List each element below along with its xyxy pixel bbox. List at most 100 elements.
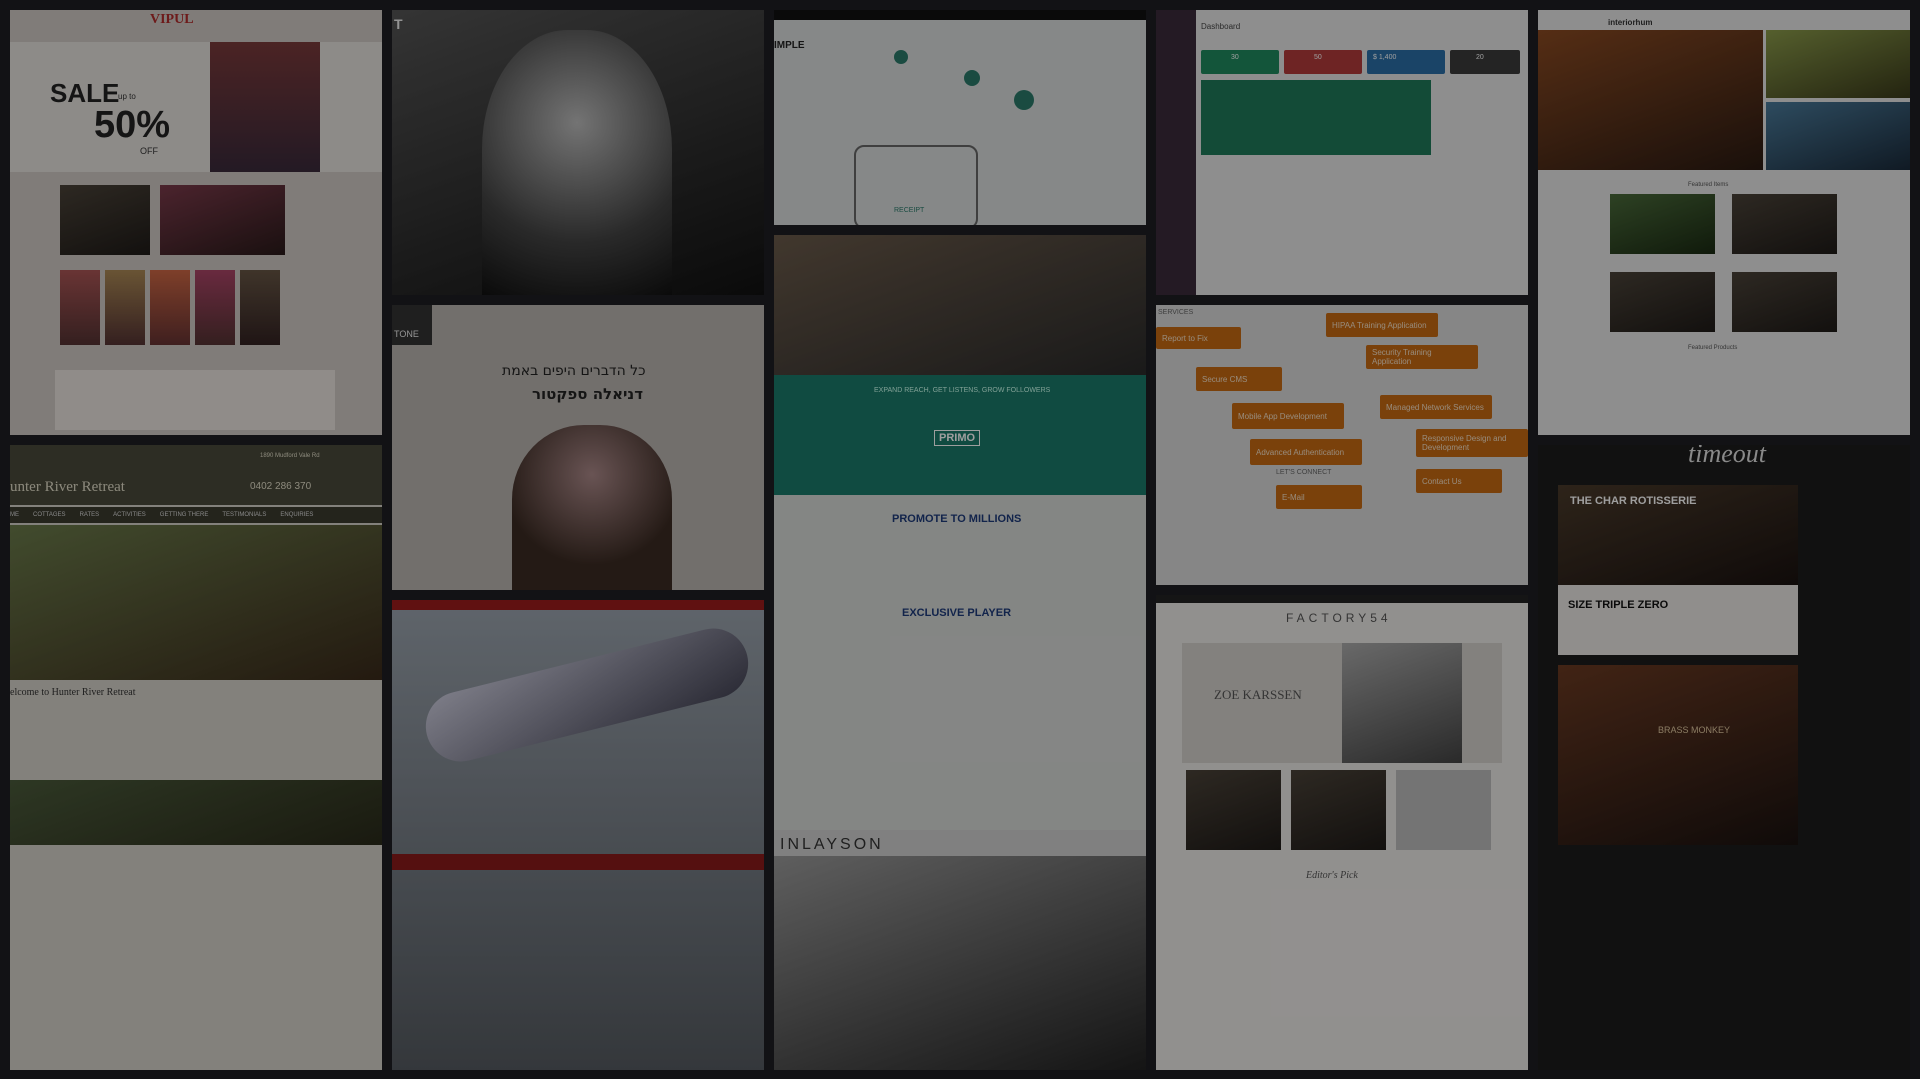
service-hipaa[interactable]: HIPAA Training Application — [1326, 313, 1438, 337]
nav-item[interactable]: ACTIVITIES — [113, 512, 146, 518]
factory-hero: ZOE KARSSEN — [1182, 643, 1502, 763]
cottage-photo — [10, 525, 382, 680]
nav-item[interactable]: GETTING THERE — [160, 512, 209, 518]
primo-promote: PROMOTE TO MILLIONS — [892, 513, 1022, 525]
product-thumb[interactable] — [150, 270, 190, 345]
service-network[interactable]: Managed Network Services — [1380, 395, 1492, 419]
product-thumb[interactable] — [60, 270, 100, 345]
product-thumb[interactable] — [240, 270, 280, 345]
featured-items: Featured Items — [1688, 182, 1729, 188]
dashboard-title: Dashboard — [1201, 22, 1241, 31]
hunter-title: unter River Retreat — [10, 479, 125, 495]
tile-portrait[interactable]: T — [392, 10, 764, 295]
tile-services[interactable]: SERVICES Report to Fix HIPAA Training Ap… — [1156, 305, 1528, 585]
inlayson-title: INLAYSON — [780, 836, 884, 853]
interior-logo: interiorhum — [1608, 18, 1653, 27]
interior-side — [1766, 30, 1910, 98]
tile-interior[interactable]: interiorhum Featured Items Featured Prod… — [1538, 10, 1910, 435]
item-thumb[interactable] — [1732, 194, 1837, 254]
hunter-header: unter River Retreat 0402 286 370 1890 Mu… — [10, 445, 382, 505]
tile-dashboard[interactable]: Dashboard 30 50 $ 1,400 20 — [1156, 10, 1528, 295]
editors-pick: Editor's Pick — [1306, 870, 1358, 881]
tile-primo[interactable]: EXPAND REACH, GET LISTENS, GROW FOLLOWER… — [774, 235, 1146, 895]
tile-hunter-river[interactable]: unter River Retreat 0402 286 370 1890 Mu… — [10, 445, 382, 1070]
cottage-gallery — [10, 780, 382, 845]
woman-photo — [512, 425, 672, 590]
model-photo — [1342, 643, 1462, 763]
primo-exclusive: EXCLUSIVE PLAYER — [902, 607, 1012, 619]
hebrew-line1: כל הדברים היפים באמת — [502, 363, 646, 379]
tile-factory54[interactable]: FACTORY54 ZOE KARSSEN Editor's Pick — [1156, 595, 1528, 1070]
dot — [894, 50, 908, 64]
tile-timeout[interactable]: timeout THE CHAR ROTISSERIE SIZE TRIPLE … — [1538, 445, 1910, 1070]
service-responsive[interactable]: Responsive Design and Development — [1416, 429, 1528, 457]
service-security[interactable]: Security Training Application — [1366, 345, 1478, 369]
timeout-hero: THE CHAR ROTISSERIE — [1558, 485, 1798, 585]
dashboard-chart — [1201, 80, 1431, 155]
tile-hebrew[interactable]: TONE כל הדברים היפים באמת דניאלה ספקטור — [392, 305, 764, 590]
timeout-logo: timeout — [1688, 445, 1766, 468]
hebrew-line2: דניאלה ספקטור — [532, 385, 644, 403]
stat-card[interactable]: 20 — [1450, 50, 1520, 74]
nav-item[interactable]: RATES — [80, 512, 100, 518]
dot — [1014, 90, 1034, 110]
sale-upto: up to — [118, 92, 136, 101]
product-thumb[interactable] — [1186, 770, 1281, 850]
simple-title: IMPLE — [774, 40, 805, 51]
footer-panel — [55, 370, 335, 430]
model-photo — [210, 42, 320, 172]
sale-off: OFF — [140, 146, 158, 156]
item-thumb[interactable] — [1610, 194, 1715, 254]
primo-headline: EXPAND REACH, GET LISTENS, GROW FOLLOWER… — [874, 387, 1051, 394]
service-mobile[interactable]: Mobile App Development — [1232, 403, 1344, 429]
nav-item[interactable]: ME — [10, 512, 19, 518]
product-thumb[interactable] — [160, 185, 285, 255]
stat-card[interactable]: 50 — [1284, 50, 1362, 74]
primo-hero — [774, 235, 1146, 375]
hunter-address: 1890 Mudford Vale Rd — [260, 453, 320, 459]
vipul-banner[interactable]: SALE up to 50% OFF — [10, 42, 382, 172]
nav-item[interactable]: ENQUIRIES — [280, 512, 313, 518]
timeout-article[interactable]: SIZE TRIPLE ZERO — [1558, 585, 1798, 655]
featured-products: Featured Products — [1688, 345, 1738, 351]
product-thumb[interactable] — [60, 185, 150, 255]
tile-vipul[interactable]: VIPUL SALE up to 50% OFF — [10, 10, 382, 435]
hunter-welcome: elcome to Hunter River Retreat — [10, 687, 136, 698]
stat-card[interactable]: $ 1,400 — [1367, 50, 1445, 74]
factory-title: FACTORY54 — [1286, 611, 1392, 625]
nav-item[interactable]: COTTAGES — [33, 512, 66, 518]
tile-inlayson[interactable]: INLAYSON — [774, 830, 1146, 1070]
vipul-logo: VIPUL — [150, 12, 194, 27]
portrait-letter: T — [394, 16, 403, 32]
airplane — [418, 621, 756, 769]
interior-side — [1766, 102, 1910, 170]
primo-logo: PRIMO — [934, 430, 981, 446]
service-auth[interactable]: Advanced Authentication — [1250, 439, 1362, 465]
product-thumb[interactable] — [1396, 770, 1491, 850]
product-thumb[interactable] — [105, 270, 145, 345]
contact-heading: LET'S CONNECT — [1276, 469, 1332, 476]
item-thumb[interactable] — [1610, 272, 1715, 332]
nav-item[interactable]: TESTIMONIALS — [222, 512, 266, 518]
services-heading: SERVICES — [1158, 309, 1194, 316]
product-thumb[interactable] — [1291, 770, 1386, 850]
inlayson-photo — [774, 856, 1146, 1070]
service-email[interactable]: E-Mail — [1276, 485, 1362, 509]
stat-card[interactable]: 30 — [1201, 50, 1279, 74]
website-gallery-grid: VIPUL SALE up to 50% OFF unter River Ret… — [10, 10, 1910, 1070]
tile-plane[interactable] — [392, 600, 764, 1070]
service-contact[interactable]: Contact Us — [1416, 469, 1502, 493]
dot — [964, 70, 980, 86]
red-footer — [392, 854, 764, 870]
red-bar — [392, 600, 764, 610]
dashboard-sidebar — [1156, 10, 1196, 295]
product-thumb[interactable] — [195, 270, 235, 345]
item-thumb[interactable] — [1732, 272, 1837, 332]
service-report[interactable]: Report to Fix — [1156, 327, 1241, 349]
top-bar — [774, 10, 1146, 20]
primo-band: EXPAND REACH, GET LISTENS, GROW FOLLOWER… — [774, 375, 1146, 495]
hebrew-badge: TONE — [392, 305, 432, 345]
hunter-phone: 0402 286 370 — [250, 481, 312, 492]
service-cms[interactable]: Secure CMS — [1196, 367, 1282, 391]
tile-simple[interactable]: IMPLE RECEIPT — [774, 10, 1146, 225]
